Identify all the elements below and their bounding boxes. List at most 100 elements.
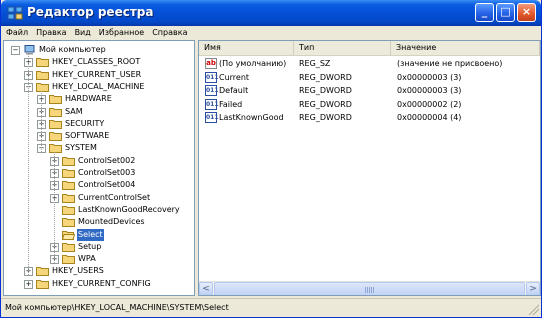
- tree-item-label: HKEY_LOCAL_MACHINE: [52, 81, 145, 91]
- tree-item-label: Мой компьютер: [39, 45, 106, 54]
- folder-icon: [36, 58, 49, 68]
- column-header-name[interactable]: Имя: [199, 41, 294, 55]
- list-row[interactable]: 011 Current REG_DWORD 0x00000003 (3): [199, 71, 540, 84]
- tree-item[interactable]: MountedDevices: [4, 216, 194, 228]
- minimize-button[interactable]: _: [475, 3, 494, 22]
- tree-item[interactable]: + HKEY_CURRENT_USER: [4, 69, 194, 81]
- folder-icon: [62, 156, 75, 166]
- list-row[interactable]: 011 Default REG_DWORD 0x00000003 (3): [199, 84, 540, 97]
- tree-item[interactable]: + Setup: [4, 241, 194, 253]
- folder-icon: [36, 70, 49, 80]
- tree-connector-line: [41, 90, 42, 153]
- cell-value: 0x00000004 (4): [397, 113, 462, 122]
- computer-icon: [24, 45, 35, 55]
- menu-bar: Файл Правка Вид Избранное Справка: [1, 26, 541, 40]
- tree-item[interactable]: + HARDWARE: [4, 93, 194, 105]
- cell-type: REG_DWORD: [299, 72, 352, 82]
- cell-type: REG_DWORD: [299, 86, 352, 95]
- tree-item-label: HKEY_CURRENT_CONFIG: [52, 278, 151, 288]
- folder-icon: [36, 82, 49, 92]
- tree-item-label: WPA: [78, 254, 96, 264]
- expand-icon[interactable]: +: [24, 279, 33, 289]
- tree-item[interactable]: Select: [4, 228, 194, 241]
- tree-item[interactable]: + WPA: [4, 253, 194, 265]
- tree-item[interactable]: + SOFTWARE: [4, 130, 194, 142]
- folder-icon: [49, 144, 62, 154]
- scroll-left-button[interactable]: <: [199, 282, 213, 295]
- registry-tree[interactable]: − Мой компьютер + HKEY_CLASSES_ROOT + HKEY_CU…: [3, 40, 195, 296]
- cell-name: LastKnownGood: [219, 113, 284, 122]
- tree-item[interactable]: + CurrentControlSet: [4, 192, 194, 204]
- tree-item-label: MountedDevices: [78, 217, 145, 227]
- values-list[interactable]: Имя Тип Значение ab (По умолчанию) REG_SZ (…: [198, 40, 541, 296]
- list-row[interactable]: ab (По умолчанию) REG_SZ (значение не присв…: [199, 57, 540, 70]
- folder-icon: [62, 169, 75, 178]
- binary-value-icon: 011: [205, 98, 219, 110]
- tree-item[interactable]: + SAM: [4, 106, 194, 118]
- list-header: Имя Тип Значение: [199, 41, 540, 56]
- tree-item[interactable]: + HKEY_USERS: [4, 265, 194, 277]
- list-row[interactable]: 011 Failed REG_DWORD 0x00000002 (2): [199, 98, 540, 111]
- folder-icon: [62, 193, 75, 203]
- window-title: Редактор реестра: [27, 5, 154, 19]
- cell-name: (По умолчанию): [219, 59, 287, 68]
- tree-item[interactable]: + SECURITY: [4, 118, 194, 130]
- tree-item[interactable]: − SYSTEM: [4, 142, 194, 154]
- tree-item[interactable]: − HKEY_LOCAL_MACHINE: [4, 81, 194, 93]
- tree-item-label: HKEY_CURRENT_USER: [52, 69, 142, 79]
- close-button[interactable]: ×: [517, 3, 536, 22]
- cell-value: 0x00000002 (2): [397, 99, 462, 109]
- string-value-icon: ab: [205, 58, 217, 69]
- tree-item[interactable]: + ControlSet004: [4, 179, 194, 191]
- cell-type: REG_DWORD: [299, 113, 352, 122]
- cell-name: Default: [219, 86, 249, 95]
- menu-favorites[interactable]: Избранное: [94, 26, 147, 39]
- scroll-thumb[interactable]: [214, 282, 525, 295]
- tree-item[interactable]: + HKEY_CURRENT_CONFIG: [4, 278, 194, 290]
- tree-item-label: Select: [77, 228, 104, 241]
- tree-item[interactable]: − Мой компьютер: [4, 44, 194, 56]
- folder-icon: [49, 95, 62, 105]
- menu-edit[interactable]: Правка: [31, 26, 69, 39]
- column-header-type[interactable]: Тип: [294, 41, 391, 55]
- tree-item-label: HKEY_CLASSES_ROOT: [52, 57, 141, 67]
- maximize-button[interactable]: □: [496, 3, 515, 22]
- tree-item[interactable]: + ControlSet002: [4, 155, 194, 167]
- menu-help[interactable]: Справка: [147, 26, 190, 39]
- menu-view[interactable]: Вид: [70, 26, 94, 39]
- tree-connector-line: [54, 152, 55, 264]
- tree-item-label: SAM: [65, 106, 83, 116]
- tree-item[interactable]: + ControlSet003: [4, 167, 194, 179]
- registry-editor-window: Редактор реестра _ □ × Файл Правка Вид Избр…: [0, 0, 542, 318]
- folder-icon: [36, 279, 49, 289]
- binary-value-icon: 011: [205, 71, 219, 83]
- scroll-right-button[interactable]: >: [526, 282, 540, 295]
- tree-item[interactable]: + HKEY_CLASSES_ROOT: [4, 56, 194, 68]
- tree-item-label: ControlSet002: [78, 155, 136, 165]
- binary-value-icon: 011: [205, 112, 219, 123]
- folder-icon: [49, 107, 62, 117]
- tree-item-label: CurrentControlSet: [78, 192, 151, 202]
- tree-item-label: HARDWARE: [65, 94, 112, 104]
- tree-item[interactable]: LastKnownGoodRecovery: [4, 204, 194, 216]
- cell-type: REG_SZ: [299, 59, 331, 68]
- folder-icon: [62, 255, 75, 265]
- menu-file[interactable]: Файл: [1, 26, 31, 39]
- resize-grip-icon[interactable]: [527, 303, 539, 315]
- title-bar[interactable]: Редактор реестра _ □ ×: [1, 0, 541, 26]
- cell-type: REG_DWORD: [299, 99, 352, 109]
- status-bar: Мой компьютер\HKEY_LOCAL_MACHINE\SYSTEM\…: [1, 298, 541, 317]
- registry-editor-icon: [7, 6, 23, 20]
- tree-item-label: ControlSet003: [78, 168, 136, 177]
- column-header-value[interactable]: Значение: [391, 41, 540, 55]
- horizontal-scrollbar[interactable]: < >: [199, 281, 540, 295]
- folder-icon: [62, 205, 75, 215]
- cell-value: (значение не присвоено): [397, 59, 503, 68]
- cell-value: 0x00000003 (3): [397, 72, 462, 82]
- list-row[interactable]: 011 LastKnownGood REG_DWORD 0x00000004 (4): [199, 111, 540, 124]
- cell-name: Failed: [219, 99, 243, 109]
- tree-item-label: ControlSet004: [78, 180, 136, 190]
- collapse-icon[interactable]: −: [11, 46, 20, 55]
- grip-icon: [365, 287, 375, 293]
- tree-item-label: SOFTWARE: [65, 131, 110, 141]
